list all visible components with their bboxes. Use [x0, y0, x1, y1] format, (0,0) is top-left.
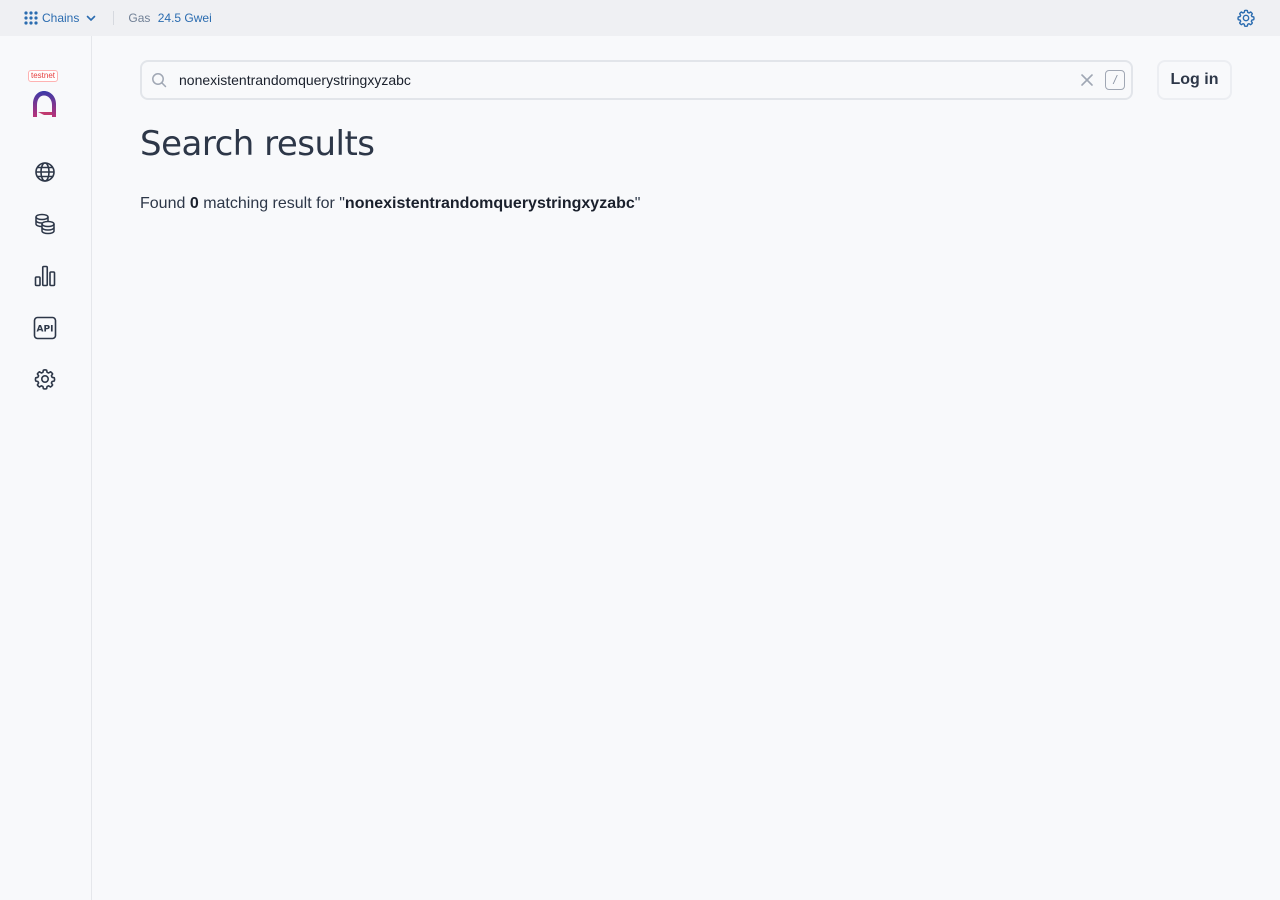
login-button[interactable]: Log in	[1157, 60, 1232, 100]
sidebar: testnet API	[0, 36, 92, 900]
api-icon[interactable]: API	[33, 316, 57, 340]
page-title: Search results	[140, 124, 375, 164]
result-middle: matching result for "	[203, 195, 345, 212]
grid-icon	[24, 11, 38, 25]
coins-icon[interactable]	[33, 212, 57, 236]
testnet-badge: testnet	[28, 70, 59, 82]
result-prefix: Found	[140, 195, 186, 212]
search-input[interactable]	[179, 72, 1079, 88]
result-query: nonexistentrandomquerystringxyzabc	[344, 195, 635, 212]
globe-icon[interactable]	[33, 160, 57, 184]
api-icon-text: API	[37, 325, 54, 335]
logo-icon[interactable]	[30, 88, 60, 120]
result-suffix: "	[634, 195, 641, 212]
chains-menu[interactable]: Chains	[24, 11, 97, 25]
search-bar: /	[140, 60, 1133, 100]
chevron-down-icon	[87, 15, 96, 21]
topbar-divider	[113, 11, 115, 25]
search-icon	[152, 73, 167, 88]
result-count: 0	[189, 195, 199, 212]
gas-label: Gas	[128, 11, 151, 25]
gear-icon[interactable]	[1236, 8, 1256, 28]
chains-label: Chains	[42, 11, 80, 25]
close-icon[interactable]	[1079, 72, 1095, 88]
search-result-summary: Found 0 matching result for "nonexistent…	[140, 193, 640, 215]
gear-icon[interactable]	[33, 367, 57, 391]
bar-chart-icon[interactable]	[33, 264, 57, 288]
top-bar: Chains Gas 24.5 Gwei	[0, 0, 1280, 36]
gas-info: Gas 24.5 Gwei	[128, 11, 211, 25]
search-shortcut-key: /	[1105, 70, 1125, 90]
gas-value[interactable]: 24.5 Gwei	[158, 11, 212, 25]
